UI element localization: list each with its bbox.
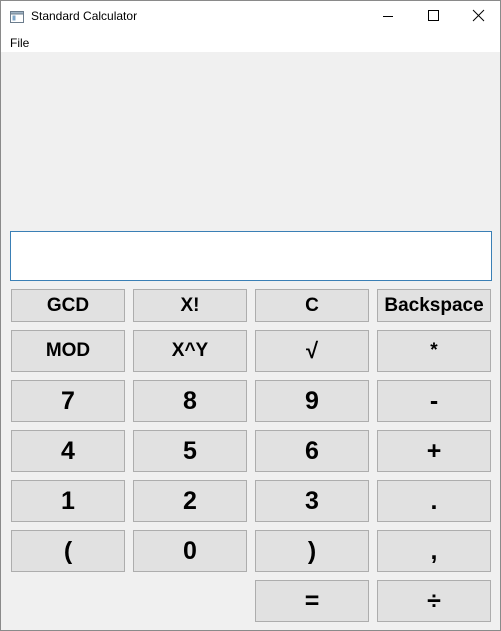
gcd-button[interactable]: GCD: [11, 289, 125, 322]
multiply-button[interactable]: *: [377, 330, 491, 372]
window-title: Standard Calculator: [31, 9, 138, 23]
equals-button[interactable]: =: [255, 580, 369, 622]
calculator-window: Standard Calculator File GCD X! C Backsp…: [0, 0, 501, 631]
digit-2-button[interactable]: 2: [133, 480, 247, 522]
sqrt-button[interactable]: √: [255, 330, 369, 372]
factorial-button[interactable]: X!: [133, 289, 247, 322]
divide-button[interactable]: ÷: [377, 580, 491, 622]
mod-button[interactable]: MOD: [11, 330, 125, 372]
digit-5-button[interactable]: 5: [133, 430, 247, 472]
digit-9-button[interactable]: 9: [255, 380, 369, 422]
maximize-button[interactable]: [410, 1, 455, 31]
close-icon: [472, 9, 485, 22]
digit-4-button[interactable]: 4: [11, 430, 125, 472]
power-button[interactable]: X^Y: [133, 330, 247, 372]
plus-button[interactable]: +: [377, 430, 491, 472]
display-field[interactable]: [10, 231, 492, 281]
close-button[interactable]: [455, 1, 500, 31]
close-paren-button[interactable]: ): [255, 530, 369, 572]
digit-3-button[interactable]: 3: [255, 480, 369, 522]
digit-6-button[interactable]: 6: [255, 430, 369, 472]
digit-1-button[interactable]: 1: [11, 480, 125, 522]
comma-button[interactable]: ,: [377, 530, 491, 572]
calculator-app-icon: [10, 10, 24, 23]
minus-button[interactable]: -: [377, 380, 491, 422]
clear-button[interactable]: C: [255, 289, 369, 322]
digit-8-button[interactable]: 8: [133, 380, 247, 422]
backspace-button[interactable]: Backspace: [377, 289, 491, 322]
decimal-point-button[interactable]: .: [377, 480, 491, 522]
title-bar[interactable]: Standard Calculator: [1, 1, 500, 31]
digit-0-button[interactable]: 0: [133, 530, 247, 572]
open-paren-button[interactable]: (: [11, 530, 125, 572]
menu-item-file[interactable]: File: [10, 36, 29, 50]
menu-bar: File: [1, 31, 500, 52]
digit-7-button[interactable]: 7: [11, 380, 125, 422]
minimize-button[interactable]: [365, 1, 410, 31]
minimize-icon: [383, 16, 393, 17]
maximize-icon: [428, 10, 439, 21]
